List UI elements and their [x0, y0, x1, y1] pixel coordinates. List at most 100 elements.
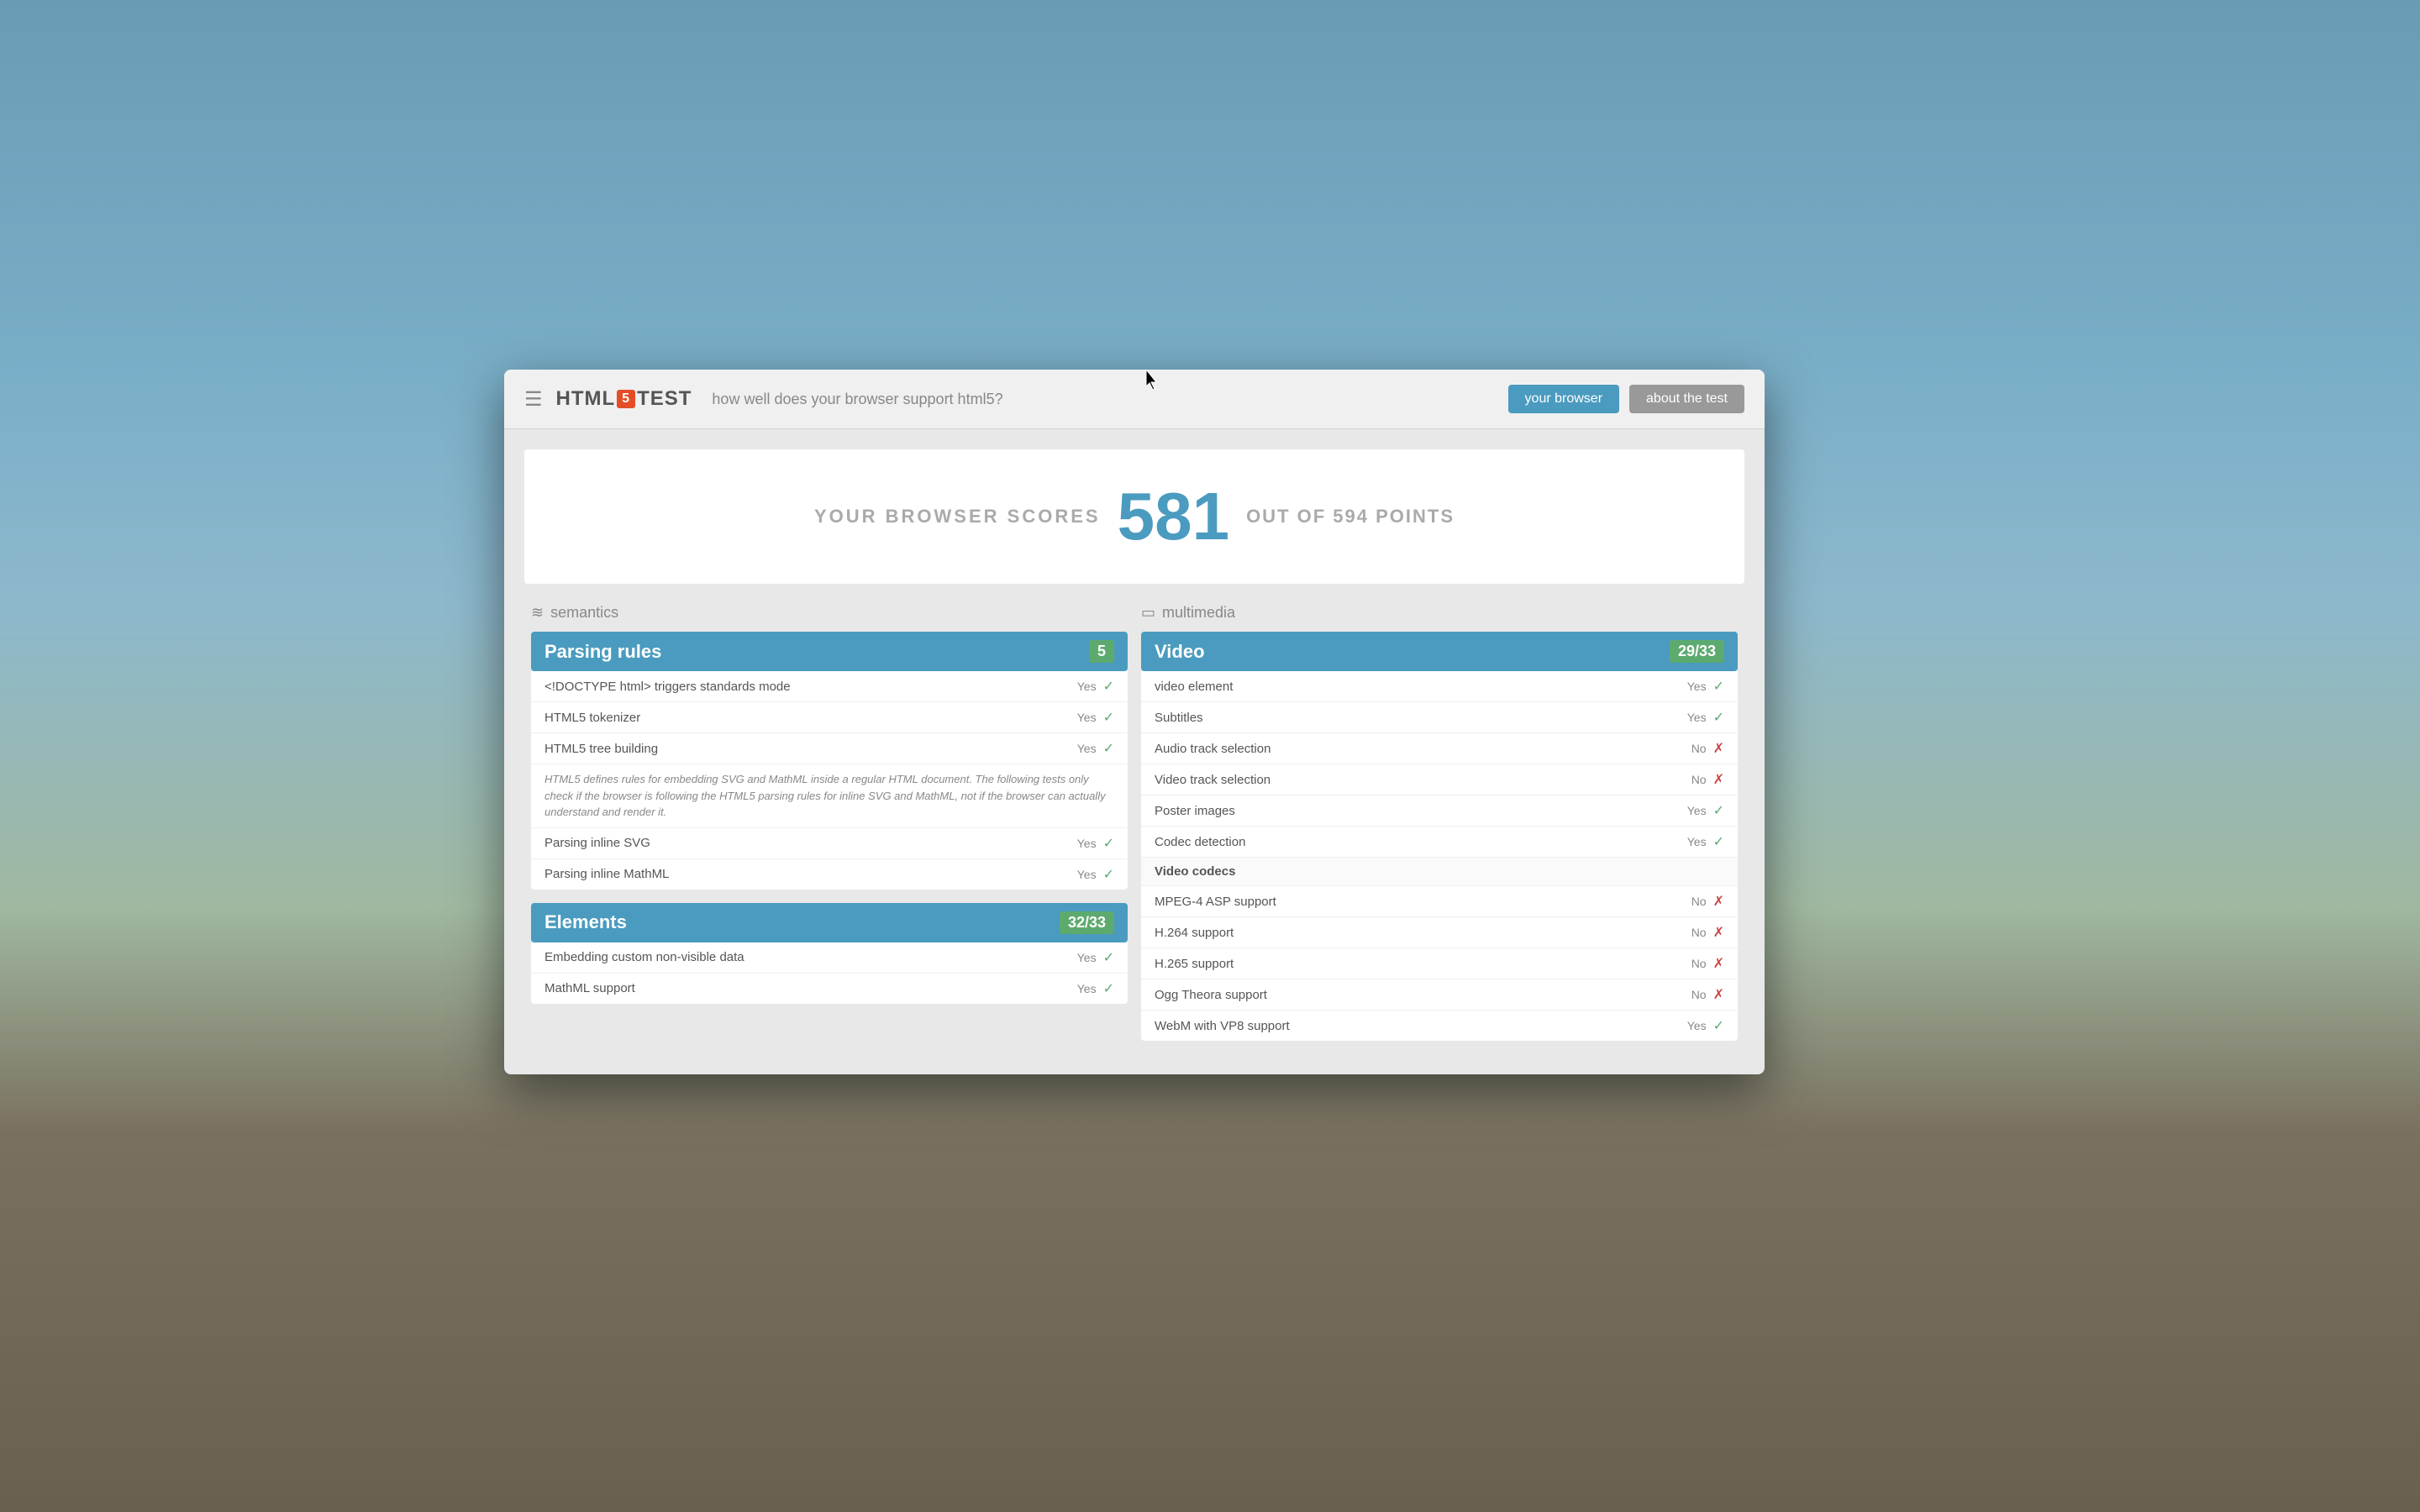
feature-h265: H.265 support No ✗: [1141, 948, 1738, 979]
semantics-icon: ≋: [531, 604, 544, 622]
feature-mathml-value: Yes: [1077, 982, 1097, 995]
feature-mpeg4-name: MPEG-4 ASP support: [1155, 895, 1691, 909]
feature-custom-data-value: Yes: [1077, 951, 1097, 964]
feature-audio-track: Audio track selection No ✗: [1141, 733, 1738, 764]
feature-webm-value: Yes: [1687, 1019, 1707, 1032]
hamburger-icon[interactable]: ☰: [524, 387, 543, 412]
feature-inline-mathml-check: ✓: [1103, 866, 1114, 883]
score-banner: YOUR BROWSER SCORES 581 OUT OF 594 POINT…: [524, 449, 1744, 584]
feature-codec-check: ✓: [1713, 833, 1724, 850]
video-codecs-header: Video codecs: [1141, 858, 1738, 886]
score-prefix: YOUR BROWSER SCORES: [814, 506, 1101, 528]
logo-html: HTML: [556, 387, 616, 411]
feature-poster-value: Yes: [1687, 804, 1707, 817]
feature-h265-value: No: [1691, 957, 1707, 970]
feature-ogg-value: No: [1691, 988, 1707, 1001]
feature-video-track-name: Video track selection: [1155, 773, 1691, 787]
feature-webm-name: WebM with VP8 support: [1155, 1019, 1687, 1033]
feature-mpeg4-value: No: [1691, 895, 1707, 908]
about-test-button[interactable]: about the test: [1629, 385, 1744, 413]
feature-ogg-name: Ogg Theora support: [1155, 988, 1691, 1002]
feature-mpeg4: MPEG-4 ASP support No ✗: [1141, 886, 1738, 917]
feature-h265-check: ✗: [1713, 955, 1724, 972]
logo-5: 5: [617, 390, 635, 408]
feature-video-track-check: ✗: [1713, 771, 1724, 788]
feature-poster-name: Poster images: [1155, 804, 1687, 818]
feature-doctype-check: ✓: [1103, 678, 1114, 695]
feature-ogg: Ogg Theora support No ✗: [1141, 979, 1738, 1011]
feature-inline-mathml: Parsing inline MathML Yes ✓: [531, 859, 1128, 890]
feature-mpeg4-check: ✗: [1713, 893, 1724, 910]
feature-inline-mathml-name: Parsing inline MathML: [544, 867, 1077, 881]
feature-tokenizer-value: Yes: [1077, 711, 1097, 724]
feature-doctype: <!DOCTYPE html> triggers standards mode …: [531, 671, 1128, 702]
feature-inline-svg-value: Yes: [1077, 837, 1097, 850]
feature-custom-data-name: Embedding custom non-visible data: [544, 950, 1077, 964]
feature-custom-data: Embedding custom non-visible data Yes ✓: [531, 942, 1128, 974]
feature-webm: WebM with VP8 support Yes ✓: [1141, 1011, 1738, 1041]
feature-h264-check: ✗: [1713, 924, 1724, 941]
feature-codec-value: Yes: [1687, 835, 1707, 848]
feature-doctype-value: Yes: [1077, 680, 1097, 693]
browser-window: ☰ HTML 5 TEST how well does your browser…: [504, 370, 1765, 1074]
feature-h264-name: H.264 support: [1155, 926, 1691, 940]
feature-subtitles-check: ✓: [1713, 709, 1724, 726]
multimedia-header: ▭ multimedia: [1141, 604, 1738, 622]
feature-h264-value: No: [1691, 926, 1707, 939]
feature-video-track-value: No: [1691, 773, 1707, 786]
nav-buttons: your browser about the test: [1508, 385, 1744, 413]
feature-tokenizer-check: ✓: [1103, 709, 1114, 726]
score-number: 581: [1118, 483, 1229, 550]
elements-title: Elements: [544, 911, 627, 933]
content-area: ≋ semantics Parsing rules 5 <!DOCTYPE ht…: [504, 604, 1765, 1074]
video-list: video element Yes ✓ Subtitles Yes ✓ Audi…: [1141, 671, 1738, 1041]
feature-subtitles-name: Subtitles: [1155, 711, 1687, 725]
elements-header: Elements 32/33: [531, 903, 1128, 942]
score-suffix: OUT OF 594 POINTS: [1246, 506, 1455, 528]
semantics-header: ≋ semantics: [531, 604, 1128, 622]
elements-score: 32/33: [1060, 911, 1114, 934]
logo: HTML 5 TEST: [556, 387, 692, 411]
semantics-column: ≋ semantics Parsing rules 5 <!DOCTYPE ht…: [524, 604, 1134, 1054]
feature-poster-check: ✓: [1713, 802, 1724, 819]
video-title: Video: [1155, 641, 1205, 663]
feature-tokenizer-name: HTML5 tokenizer: [544, 711, 1077, 725]
feature-inline-mathml-value: Yes: [1077, 868, 1097, 881]
video-score: 29/33: [1670, 640, 1724, 663]
feature-video-element-check: ✓: [1713, 678, 1724, 695]
feature-tree-building: HTML5 tree building Yes ✓: [531, 733, 1128, 764]
feature-codec-detection: Codec detection Yes ✓: [1141, 827, 1738, 858]
feature-ogg-check: ✗: [1713, 986, 1724, 1003]
feature-h264: H.264 support No ✗: [1141, 917, 1738, 948]
feature-inline-svg-check: ✓: [1103, 835, 1114, 852]
feature-video-element: video element Yes ✓: [1141, 671, 1738, 702]
tagline: how well does your browser support html5…: [712, 391, 1002, 408]
feature-h265-name: H.265 support: [1155, 957, 1691, 971]
feature-mathml-name: MathML support: [544, 981, 1077, 995]
feature-subtitles-value: Yes: [1687, 711, 1707, 724]
feature-inline-svg: Parsing inline SVG Yes ✓: [531, 828, 1128, 859]
feature-poster: Poster images Yes ✓: [1141, 795, 1738, 827]
feature-audio-track-check: ✗: [1713, 740, 1724, 757]
multimedia-column: ▭ multimedia Video 29/33 video element Y…: [1134, 604, 1744, 1054]
feature-audio-track-name: Audio track selection: [1155, 742, 1691, 756]
your-browser-button[interactable]: your browser: [1508, 385, 1619, 413]
logo-test: TEST: [637, 387, 692, 411]
feature-codec-name: Codec detection: [1155, 835, 1687, 849]
multimedia-label: multimedia: [1162, 604, 1235, 622]
feature-doctype-name: <!DOCTYPE html> triggers standards mode: [544, 680, 1077, 694]
feature-audio-track-value: No: [1691, 742, 1707, 755]
feature-tokenizer: HTML5 tokenizer Yes ✓: [531, 702, 1128, 733]
semantics-label: semantics: [550, 604, 618, 622]
feature-subtitles: Subtitles Yes ✓: [1141, 702, 1738, 733]
feature-tree-check: ✓: [1103, 740, 1114, 757]
feature-tree-name: HTML5 tree building: [544, 742, 1077, 756]
elements-list: Embedding custom non-visible data Yes ✓ …: [531, 942, 1128, 1004]
parsing-rules-list: <!DOCTYPE html> triggers standards mode …: [531, 671, 1128, 890]
parsing-rules-title: Parsing rules: [544, 641, 661, 663]
feature-webm-check: ✓: [1713, 1017, 1724, 1034]
parsing-rules-score: 5: [1089, 640, 1114, 663]
feature-video-track: Video track selection No ✗: [1141, 764, 1738, 795]
feature-custom-data-check: ✓: [1103, 949, 1114, 966]
parsing-description: HTML5 defines rules for embedding SVG an…: [531, 764, 1128, 828]
